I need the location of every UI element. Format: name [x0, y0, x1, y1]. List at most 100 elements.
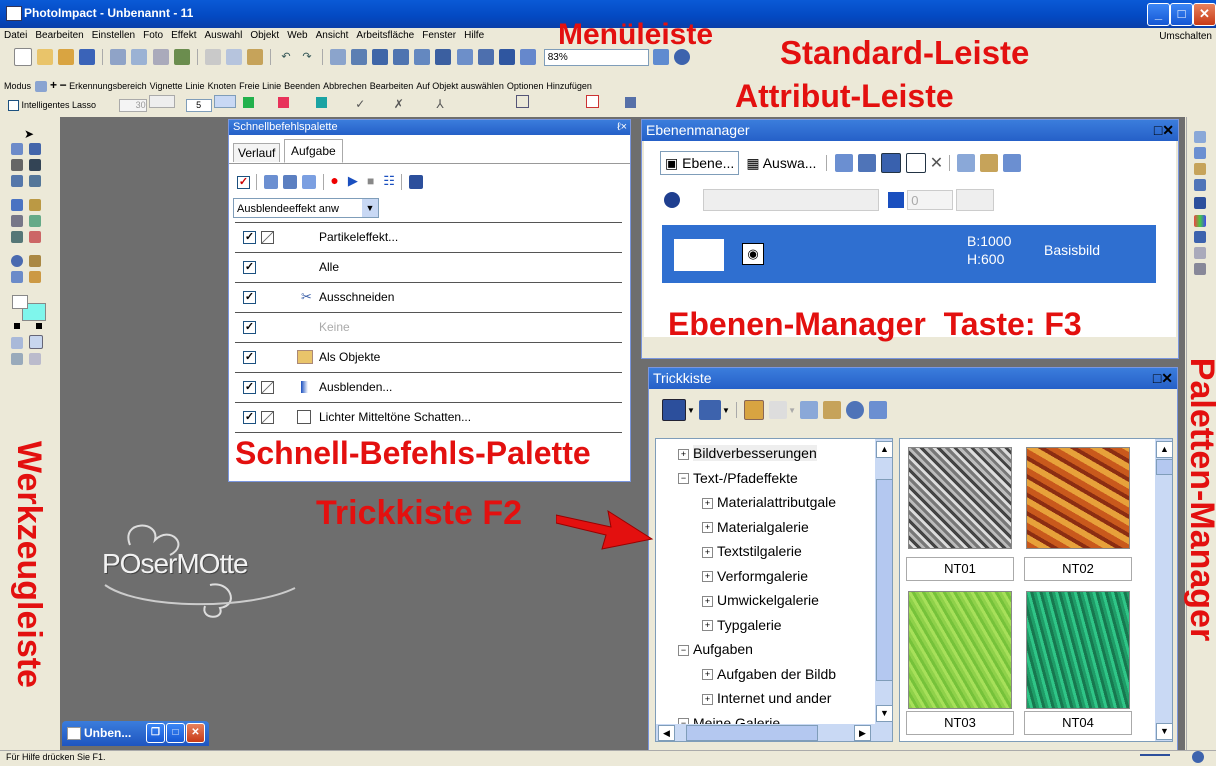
trickbox-close[interactable]: □✕	[1153, 370, 1173, 387]
palette-colors-icon[interactable]	[1194, 215, 1206, 227]
layer-visibility-icon[interactable]	[905, 153, 926, 173]
tree-item[interactable]: + Verformgalerie	[678, 564, 892, 589]
collapse-icon[interactable]: −	[678, 644, 689, 656]
print-icon[interactable]	[110, 49, 127, 65]
copy-icon[interactable]	[225, 49, 242, 65]
lasso-checkbox[interactable]	[8, 100, 19, 112]
eraser-tool-icon[interactable]	[11, 231, 23, 243]
tree-item[interactable]: + Aufgaben der Bildb	[678, 662, 892, 687]
layer-b-icon[interactable]	[980, 154, 999, 172]
foreground-color-swatch[interactable]	[12, 295, 28, 309]
tree-item[interactable]: + Materialattributgale	[678, 490, 892, 515]
home-gallery-icon[interactable]	[662, 399, 686, 421]
stamp-tool-icon[interactable]	[11, 215, 23, 227]
tree-item[interactable]: + Internet und ander	[678, 686, 892, 711]
opacity-input[interactable]: 0	[907, 190, 954, 210]
expand-icon[interactable]: +	[702, 669, 713, 681]
tree-item[interactable]: + Textstilgalerie	[678, 539, 892, 564]
check-all-icon[interactable]: ✓	[237, 175, 250, 189]
palette-d-icon[interactable]	[1194, 179, 1206, 191]
home-icon[interactable]	[409, 175, 424, 190]
attr-item-abbrechen[interactable]: Abbrechen	[323, 81, 367, 91]
tool-g-icon[interactable]	[456, 49, 473, 65]
minimized-document[interactable]: Unben... ❐ □ ✕	[62, 721, 209, 746]
tool-d-icon[interactable]	[393, 49, 410, 65]
grid-icon[interactable]	[11, 337, 23, 349]
glasses-icon[interactable]	[11, 353, 23, 365]
task-a-icon[interactable]	[264, 175, 279, 190]
tool-i-icon[interactable]	[498, 49, 515, 65]
list-icon[interactable]: ☷	[383, 173, 395, 188]
minimize-button[interactable]: _	[1147, 3, 1170, 26]
detection-spinner[interactable]	[149, 95, 176, 108]
tool-f-icon[interactable]	[435, 49, 452, 65]
thumb-nt04[interactable]	[1026, 591, 1130, 709]
selection-tool-icon[interactable]	[11, 143, 23, 155]
close-doc-button[interactable]: ✕	[186, 723, 205, 743]
gallery-scroll-thumb[interactable]	[1156, 459, 1172, 475]
palette-a-icon[interactable]	[1194, 131, 1206, 143]
expand-icon[interactable]: +	[702, 620, 713, 632]
zoom-tool-icon-2[interactable]	[11, 255, 23, 267]
tab-verlauf[interactable]: Verlauf	[233, 143, 281, 162]
gallery-scroll-down[interactable]: ▼	[1156, 723, 1172, 740]
hand-dropdown-icon[interactable]: ▼	[788, 406, 796, 415]
scanner-icon[interactable]	[173, 49, 190, 65]
palette-f-icon[interactable]	[1194, 231, 1206, 243]
task-row[interactable]: ✓ Keine	[235, 313, 622, 343]
blend-mode-select[interactable]	[703, 189, 880, 211]
maximize-button[interactable]: □	[1170, 3, 1193, 26]
tree-scroll-down[interactable]: ▼	[876, 705, 892, 722]
subtract-mode-icon[interactable]: −	[60, 78, 67, 92]
layer-button[interactable]: ▣ Ebene...	[660, 151, 740, 175]
swap-colors-icon[interactable]	[36, 323, 42, 329]
redo-icon[interactable]: ↷	[299, 49, 315, 65]
menu-item-datei[interactable]: Datei	[0, 28, 31, 41]
modus-icon[interactable]	[34, 81, 47, 93]
tool-e-icon[interactable]	[414, 49, 431, 65]
brush-tool-icon[interactable]	[29, 199, 41, 211]
default-colors-icon[interactable]	[14, 323, 20, 329]
menu-item-ansicht[interactable]: Ansicht	[312, 28, 353, 41]
tree-scroll-thumb[interactable]	[876, 479, 892, 681]
thumb-nt02[interactable]	[1026, 447, 1130, 549]
gallery-scroll-up[interactable]: ▲	[1156, 441, 1172, 458]
folder-icon[interactable]	[58, 49, 75, 65]
lasso-tool-icon[interactable]	[29, 143, 41, 155]
add-icon[interactable]	[625, 97, 637, 108]
layer-merge-icon[interactable]	[880, 153, 901, 173]
opacity-spinner[interactable]	[956, 189, 995, 211]
palette-e-icon[interactable]	[1194, 197, 1206, 209]
task-row[interactable]: ✓ ✂ Ausschneiden	[235, 283, 622, 313]
tool-b-icon[interactable]	[351, 49, 368, 65]
select-object-icon[interactable]	[516, 95, 530, 108]
freeline-color-swatch[interactable]	[315, 97, 327, 108]
task-checkbox[interactable]: ✓	[243, 351, 256, 364]
vignette-input[interactable]: 5	[185, 99, 212, 112]
attr-item-erkennungsbereich[interactable]: Erkennungsbereich	[69, 81, 147, 91]
undo-icon[interactable]: ↶	[278, 49, 294, 65]
restore-doc-button[interactable]: ❐	[146, 723, 165, 743]
expand-icon[interactable]: +	[702, 571, 713, 583]
fill-tool-icon[interactable]	[11, 199, 23, 211]
task-checkbox[interactable]: ✓	[243, 381, 256, 394]
layer-props-icon[interactable]	[857, 154, 876, 172]
tool-h-icon[interactable]	[477, 49, 494, 65]
menu-item-web[interactable]: Web	[283, 28, 311, 41]
effect-dropdown[interactable]: Ausblendeeffekt anw ▼	[233, 198, 379, 218]
thumb-nt01[interactable]	[908, 447, 1012, 549]
maximize-doc-button[interactable]: □	[166, 723, 185, 743]
menu-item-einstellen[interactable]: Einstellen	[88, 28, 139, 41]
zoom-doc-icon[interactable]	[152, 49, 169, 65]
add-mode-icon[interactable]: +	[50, 78, 57, 92]
menu-item-auswahl[interactable]: Auswahl	[201, 28, 247, 41]
gallery-dropdown-icon[interactable]: ▼	[722, 406, 730, 415]
menu-item-fenster[interactable]: Fenster	[418, 28, 460, 41]
menu-item-bearbeiten[interactable]: Bearbeiten	[31, 28, 87, 41]
expand-icon[interactable]: +	[702, 522, 713, 534]
eyedropper-tool-icon[interactable]	[29, 255, 41, 267]
open-icon[interactable]	[37, 49, 54, 65]
ruler-icon[interactable]	[29, 353, 41, 365]
detection-range-input[interactable]: 30	[118, 99, 147, 112]
layer-manager-close[interactable]: □✕	[1154, 122, 1174, 139]
